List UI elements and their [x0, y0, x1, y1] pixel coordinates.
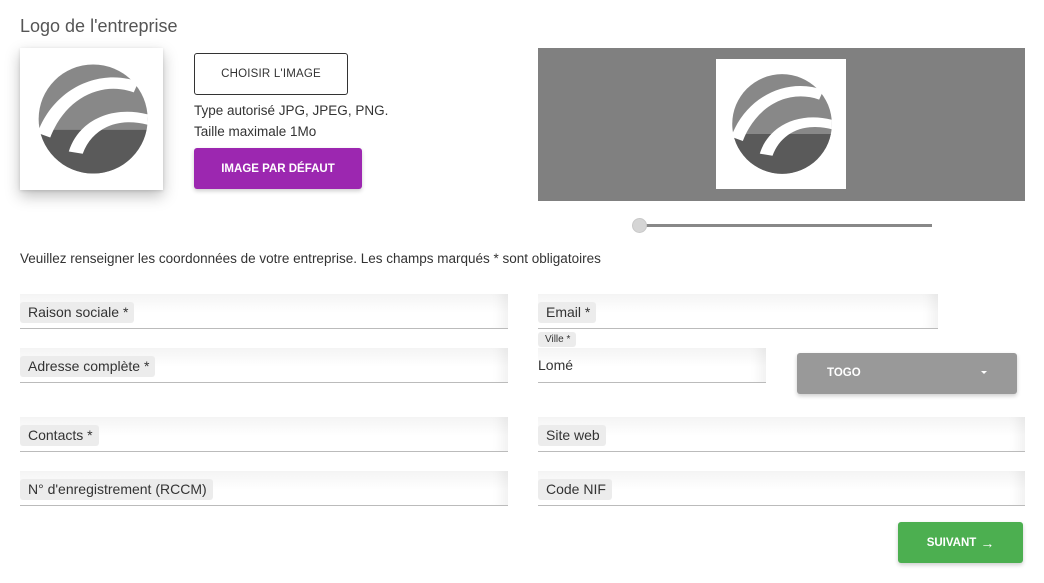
caret-down-icon [981, 371, 987, 374]
contacts-label: Contacts * [20, 425, 99, 446]
default-image-button[interactable]: IMAGE PAR DÉFAUT [194, 148, 362, 189]
form-instructions: Veuillez renseigner les coordonnées de v… [20, 251, 601, 266]
ville-value: Lomé [538, 357, 574, 373]
email-label: Email * [538, 302, 597, 323]
email-field[interactable]: Email * [538, 294, 938, 329]
logo-section-title: Logo de l'entreprise [20, 16, 178, 36]
logo-thumbnail [20, 48, 163, 190]
site-web-field[interactable]: Site web [538, 417, 1025, 452]
country-selected-value: TOGO [827, 367, 861, 379]
raison-sociale-field[interactable]: Raison sociale * [20, 294, 508, 329]
ville-field[interactable]: Lomé [538, 348, 766, 383]
choose-image-button[interactable]: CHOISIR L'IMAGE [194, 53, 348, 95]
arrow-right-icon: → [980, 534, 995, 551]
company-logo-icon [731, 74, 832, 174]
rccm-label: N° d'enregistrement (RCCM) [20, 479, 213, 500]
adresse-field[interactable]: Adresse complète * [20, 348, 508, 383]
zoom-slider[interactable] [632, 218, 932, 234]
raison-sociale-label: Raison sociale * [20, 302, 135, 323]
max-size-hint: Taille maximale 1Mo [194, 124, 317, 139]
contacts-field[interactable]: Contacts * [20, 417, 508, 452]
country-select[interactable]: TOGO [797, 353, 1017, 394]
slider-track[interactable] [638, 224, 932, 227]
adresse-label: Adresse complète * [20, 356, 156, 377]
next-button[interactable]: SUIVANT → [898, 522, 1023, 563]
company-logo-icon [36, 64, 148, 174]
slider-thumb[interactable] [632, 218, 647, 233]
rccm-field[interactable]: N° d'enregistrement (RCCM) [20, 471, 508, 506]
next-button-label: SUIVANT [926, 536, 977, 549]
site-web-label: Site web [538, 425, 606, 446]
crop-frame[interactable] [716, 59, 846, 189]
code-nif-label: Code NIF [538, 479, 612, 500]
allowed-types-hint: Type autorisé JPG, JPEG, PNG. [194, 103, 389, 118]
ville-label: Ville * [538, 332, 577, 347]
code-nif-field[interactable]: Code NIF [538, 471, 1025, 506]
logo-crop-preview[interactable] [538, 48, 1025, 201]
